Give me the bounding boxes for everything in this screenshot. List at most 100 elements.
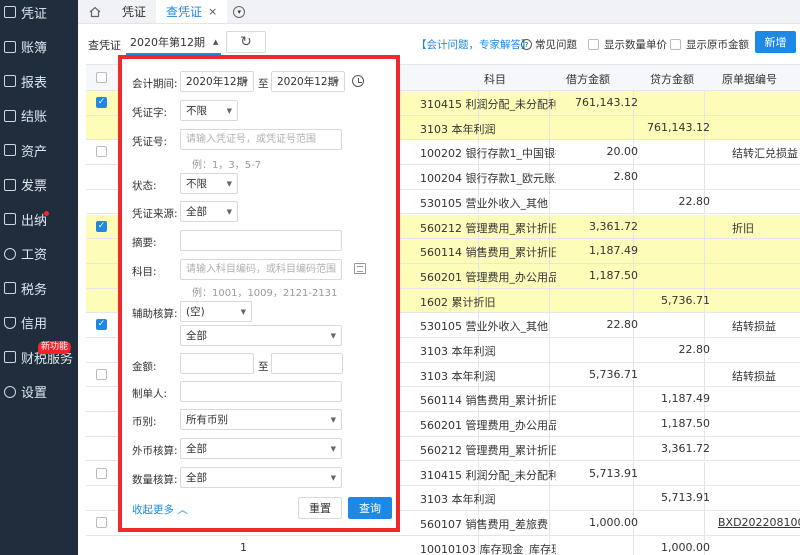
cell-subject: 560107 销售费用_差旅费 <box>420 517 548 531</box>
row-checkbox[interactable] <box>96 467 107 479</box>
tab-more[interactable]: ▾ <box>227 0 251 23</box>
sidebar-item-tax-service[interactable]: 财税服务 新功能 <box>0 340 78 375</box>
new-button[interactable]: 新增 <box>755 31 796 53</box>
sidebar-item-payroll[interactable]: 工资 <box>0 237 78 272</box>
faq-link[interactable]: ? 常见问题 <box>521 37 577 52</box>
sidebar-item-closing[interactable]: 结账 <box>0 99 78 134</box>
tab-bar: 凭证 查凭证 × ▾ <box>78 0 800 24</box>
chevron-down-icon: ▼ <box>330 445 336 453</box>
sidebar-item-ledger[interactable]: 账簿 <box>0 30 78 65</box>
tab-voucher[interactable]: 凭证 <box>112 0 156 23</box>
cell-subject: 10010103 库存现金_库存现金_ <box>420 542 556 555</box>
row-checkbox[interactable]: ✓ <box>96 97 107 108</box>
column-divider <box>704 313 705 337</box>
chevron-down-icon: ▼ <box>333 78 339 86</box>
row-checkbox[interactable]: ✓ <box>96 220 107 232</box>
cell-debit: 2.80 <box>613 170 639 184</box>
cell-subject: 530105 营业外收入_其他 <box>420 320 548 334</box>
sidebar-item-report[interactable]: 报表 <box>0 64 78 99</box>
column-divider <box>704 510 705 535</box>
cell-doc-no-link[interactable]: BXD202208100... <box>718 516 800 529</box>
closing-icon <box>4 109 16 122</box>
cell-subject: 560201 管理费用_办公用品 <box>420 270 556 284</box>
voucher-no-input[interactable] <box>180 129 342 150</box>
subject-picker-icon[interactable] <box>354 263 366 274</box>
cell-subject: 100204 银行存款1_欧元账户 <box>420 172 556 186</box>
column-divider <box>704 263 705 288</box>
column-divider <box>633 535 634 555</box>
notification-dot <box>44 211 49 216</box>
period-selector[interactable]: 2020年第12期 ▲ <box>126 30 221 55</box>
filter-panel: 会计期间: 2020年12期 ▼ 至 2020年12期 ▼ 凭证字: 不限 ▼ 凭证号… <box>118 55 400 532</box>
summary-label: 摘要: <box>132 237 157 249</box>
voucher-word-label: 凭证字: <box>132 107 168 119</box>
tab-home[interactable] <box>78 0 112 23</box>
cell-summary: 结转汇兑损益 <box>732 147 798 161</box>
cell-row-number: 1 <box>240 540 247 554</box>
table-row[interactable]: 10010103 库存现金_库存现金_ 1,000.00 1 <box>86 535 800 555</box>
tab-search-voucher[interactable]: 查凭证 × <box>156 0 228 23</box>
chevron-down-icon: ▼ <box>330 474 336 482</box>
show-qty-price-checkbox[interactable]: 显示数量单价 <box>588 37 667 52</box>
close-icon[interactable]: × <box>208 5 217 18</box>
row-checkbox[interactable] <box>96 368 107 380</box>
shield-icon <box>4 316 16 329</box>
voucher-word-select[interactable]: 不限 ▼ <box>180 100 238 121</box>
caret-up-icon: ▲ <box>213 37 219 46</box>
aux-type-select[interactable]: (空) ▼ <box>180 301 252 322</box>
column-divider <box>704 91 705 115</box>
period-from-select[interactable]: 2020年12期 ▼ <box>180 71 254 92</box>
query-button[interactable]: 查询 <box>348 497 392 519</box>
faq-label: 常见问题 <box>535 39 577 51</box>
cell-subject: 3103 本年利润 <box>420 493 496 507</box>
subject-input[interactable] <box>180 259 342 280</box>
sidebar-item-label: 发票 <box>21 179 48 195</box>
cell-credit: 22.80 <box>678 194 711 208</box>
sidebar-item-settings[interactable]: 设置 <box>0 375 78 410</box>
sidebar-item-voucher[interactable]: 凭证 <box>0 0 78 30</box>
amount-min-input[interactable] <box>180 353 254 374</box>
sidebar-item-tax[interactable]: 税务 <box>0 271 78 306</box>
column-divider <box>633 288 634 313</box>
qty-label: 数量核算: <box>132 474 178 486</box>
clock-icon[interactable] <box>352 75 364 87</box>
select-value: (空) <box>186 306 205 318</box>
cell-subject: 560212 管理费用_累计折旧 <box>420 443 556 457</box>
reset-button[interactable]: 重置 <box>298 497 342 519</box>
cell-credit: 3,361.72 <box>661 441 710 455</box>
period-to-select[interactable]: 2020年12期 ▼ <box>271 71 345 92</box>
summary-input[interactable] <box>180 230 342 251</box>
row-checkbox[interactable]: ✓ <box>96 319 107 331</box>
collapse-more-link[interactable]: 收起更多 ︿ <box>132 502 188 517</box>
fx-select[interactable]: 全部 ▼ <box>180 438 342 459</box>
sidebar-item-credit[interactable]: 信用 <box>0 306 78 341</box>
tab-label: 凭证 <box>122 5 147 19</box>
currency-select[interactable]: 所有币别 ▼ <box>180 409 342 430</box>
toolbar-title: 查凭证 <box>88 39 121 52</box>
cell-credit: 1,187.49 <box>661 392 710 406</box>
select-value: 所有币别 <box>186 414 228 426</box>
cell-debit: 22.80 <box>606 318 639 332</box>
select-all-checkbox[interactable] <box>96 72 107 83</box>
column-divider <box>704 239 705 263</box>
header-debit: 借方金额 <box>566 73 610 86</box>
expert-help-link[interactable]: 【会计问题，专家解答】 <box>416 37 532 52</box>
aux-value-select[interactable]: 全部 ▼ <box>180 325 342 346</box>
amount-max-input[interactable] <box>271 353 343 374</box>
sidebar-item-invoice[interactable]: 发票 <box>0 168 78 203</box>
sidebar-item-cashier[interactable]: 出纳 <box>0 202 78 237</box>
source-select[interactable]: 全部 ▼ <box>180 201 238 222</box>
row-checkbox[interactable] <box>96 146 107 158</box>
status-select[interactable]: 不限 ▼ <box>180 173 238 194</box>
column-divider <box>704 165 705 189</box>
sidebar-item-assets[interactable]: 资产 <box>0 133 78 168</box>
select-value: 2020年12期 <box>186 76 248 88</box>
tax-icon <box>4 282 16 295</box>
refresh-button[interactable]: ↻ <box>226 31 266 53</box>
column-divider <box>704 461 705 486</box>
row-checkbox[interactable] <box>96 516 107 528</box>
show-orig-currency-checkbox[interactable]: 显示原币金额 <box>670 37 749 52</box>
qty-select[interactable]: 全部 ▼ <box>180 467 342 488</box>
maker-input[interactable] <box>180 381 342 402</box>
select-value: 全部 <box>186 206 207 218</box>
